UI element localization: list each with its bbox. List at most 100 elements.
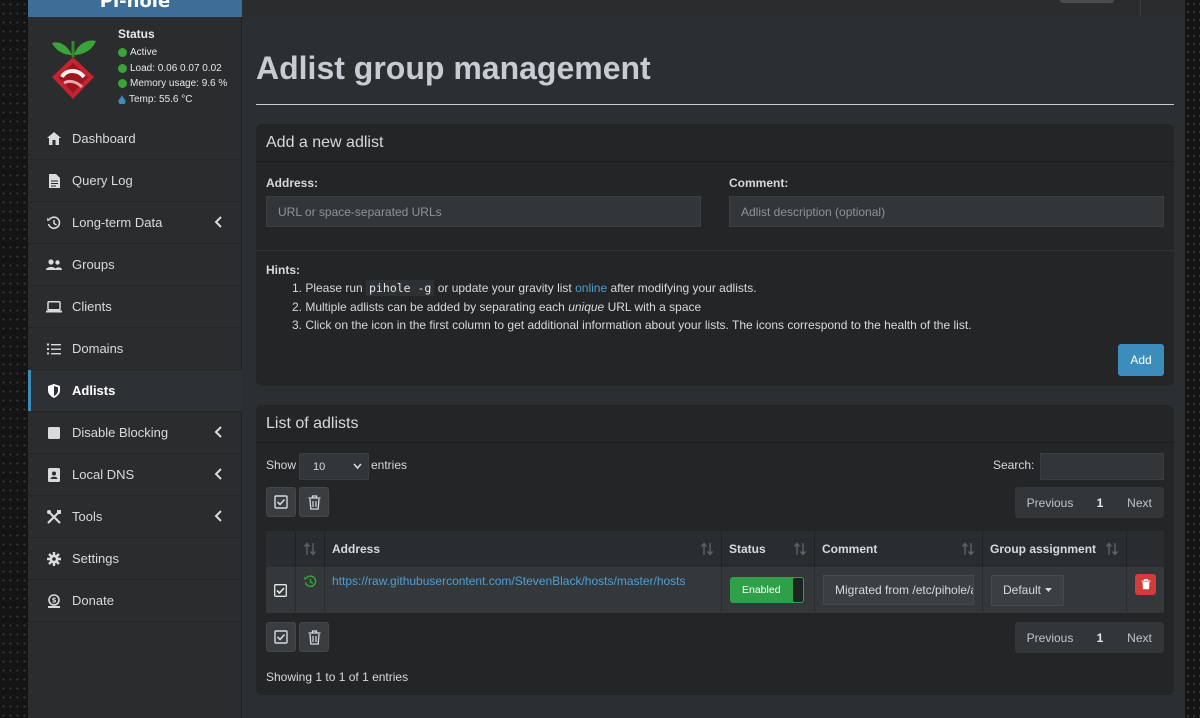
sidebar-item-groups[interactable]: Groups <box>28 244 242 286</box>
pagination-next[interactable]: Next <box>1115 631 1164 645</box>
desktop-background-right <box>1185 0 1200 718</box>
sidebar-item-long-term-data[interactable]: Long-term Data <box>28 202 242 244</box>
hint-emphasis: unique <box>568 300 605 314</box>
navbar-button[interactable] <box>1060 0 1114 3</box>
water-drop-icon <box>118 94 126 104</box>
row-address-cell: https://raw.githubusercontent.com/Steven… <box>325 567 722 613</box>
status-dot-icon <box>118 48 127 58</box>
row-select-cell[interactable] <box>266 567 296 613</box>
sidebar-item-disable-blocking[interactable]: Disable Blocking <box>28 412 242 454</box>
pagination-next[interactable]: Next <box>1115 496 1164 510</box>
delete-selected-button-bottom[interactable] <box>299 622 329 652</box>
status-active: Active <box>118 45 227 61</box>
address-input[interactable] <box>266 196 701 227</box>
sidebar-nav: Dashboard Query Log Long-term Data Group… <box>28 118 242 622</box>
hint-text: after modifying your adlists. <box>607 281 757 295</box>
comment-input[interactable]: Migrated from /etc/pihole/adlists.list <box>823 575 974 605</box>
sidebar-item-settings[interactable]: Settings <box>28 538 242 580</box>
sidebar-item-label: Tools <box>72 509 103 524</box>
select-all-button[interactable] <box>266 487 296 517</box>
row-actions-cell <box>1127 567 1164 613</box>
delete-selected-button[interactable] <box>299 487 329 517</box>
table-info: Showing 1 to 1 of 1 entries <box>266 670 409 684</box>
box-divider <box>256 250 1174 251</box>
chevron-left-icon <box>214 216 222 228</box>
status-toggle[interactable]: Enabled <box>730 577 804 603</box>
sidebar-item-domains[interactable]: Domains <box>28 328 242 370</box>
page-title: Adlist group management <box>256 50 651 86</box>
file-icon <box>46 173 62 189</box>
pagination-top: Previous 1 Next <box>1015 487 1164 518</box>
chevron-left-icon <box>214 426 222 438</box>
search-input[interactable] <box>1040 453 1164 480</box>
stop-icon <box>46 425 62 441</box>
sidebar-item-donate[interactable]: $ Donate <box>28 580 242 622</box>
laptop-icon <box>46 299 62 315</box>
entries-select-value: 10 <box>313 460 326 473</box>
tools-icon <box>46 509 62 525</box>
top-navbar <box>242 0 1185 16</box>
chevron-left-icon <box>214 510 222 522</box>
history-icon <box>46 215 62 231</box>
column-header-label: Status <box>729 542 766 556</box>
checkbox-checked-icon <box>274 583 287 597</box>
select-all-button-bottom[interactable] <box>266 622 296 652</box>
trash-icon <box>308 629 320 645</box>
users-icon <box>46 257 62 273</box>
hint-1: 1. Please run pihole -g or update your g… <box>292 280 757 296</box>
column-header-actions <box>1127 531 1164 567</box>
checkbox-checked-icon <box>274 630 288 644</box>
adlist-list-box: List of adlists Show 10 entries Search: … <box>256 405 1174 695</box>
pagination-page[interactable]: 1 <box>1085 631 1115 645</box>
add-adlist-box: Add a new adlist Address: Comment: Hints… <box>256 124 1174 386</box>
entries-select[interactable]: 10 <box>299 453 369 480</box>
pagination-previous[interactable]: Previous <box>1015 496 1085 510</box>
column-header-comment[interactable]: Comment <box>815 531 983 567</box>
pagination-page[interactable]: 1 <box>1085 496 1115 510</box>
adlist-list-header: List of adlists <box>256 405 1174 443</box>
hint-3: 3. Click on the icon in the first column… <box>292 318 972 332</box>
add-button[interactable]: Add <box>1118 344 1164 376</box>
pagination-previous[interactable]: Previous <box>1015 631 1085 645</box>
row-health-cell[interactable] <box>296 567 325 613</box>
navbar-divider <box>1140 0 1141 16</box>
svg-text:$: $ <box>52 596 57 604</box>
sidebar-item-tools[interactable]: Tools <box>28 496 242 538</box>
delete-row-button[interactable] <box>1135 574 1156 595</box>
sidebar-item-label: Donate <box>72 593 114 608</box>
status-memory-text: Memory usage: 9.6 % <box>130 78 228 89</box>
column-header-select <box>266 531 296 567</box>
sidebar-item-label: Dashboard <box>72 131 136 146</box>
group-select-button[interactable]: Default <box>991 574 1064 606</box>
adlist-address-link[interactable]: https://raw.githubusercontent.com/Steven… <box>332 574 686 588</box>
add-adlist-header: Add a new adlist <box>256 124 1174 162</box>
sidebar-item-label: Domains <box>72 341 124 356</box>
column-header-health[interactable] <box>296 531 325 567</box>
desktop-background-left <box>0 0 28 718</box>
hint-text: or update your gravity list <box>434 281 576 295</box>
group-select-value: Default <box>1002 583 1042 597</box>
sidebar-item-local-dns[interactable]: Local DNS <box>28 454 242 496</box>
sidebar-item-label: Groups <box>72 257 115 272</box>
sidebar-item-dashboard[interactable]: Dashboard <box>28 118 242 160</box>
column-header-address[interactable]: Address <box>325 531 722 567</box>
address-label: Address: <box>266 176 319 190</box>
chevron-down-icon <box>353 463 362 470</box>
brand-text: Pi-hole <box>99 0 171 12</box>
sidebar-item-clients[interactable]: Clients <box>28 286 242 328</box>
search-label: Search: <box>993 458 1035 472</box>
column-header-status[interactable]: Status <box>722 531 815 567</box>
column-header-group-assignment[interactable]: Group assignment <box>983 531 1127 567</box>
brand-logo[interactable]: Pi-hole <box>28 0 242 17</box>
sidebar-item-query-log[interactable]: Query Log <box>28 160 242 202</box>
main-content: Adlist group management Add a new adlist… <box>242 0 1185 718</box>
gear-icon <box>46 551 62 567</box>
gravity-online-link[interactable]: online <box>575 281 607 295</box>
comment-input[interactable] <box>729 196 1164 227</box>
toggle-knob <box>793 578 803 602</box>
sidebar-item-adlists[interactable]: Adlists <box>28 370 242 412</box>
column-header-label: Group assignment <box>990 542 1097 556</box>
status-temp: Temp: 55.6 °C <box>118 92 227 108</box>
hint-code: pihole -g <box>366 280 435 296</box>
checkbox-checked-icon <box>274 495 288 509</box>
